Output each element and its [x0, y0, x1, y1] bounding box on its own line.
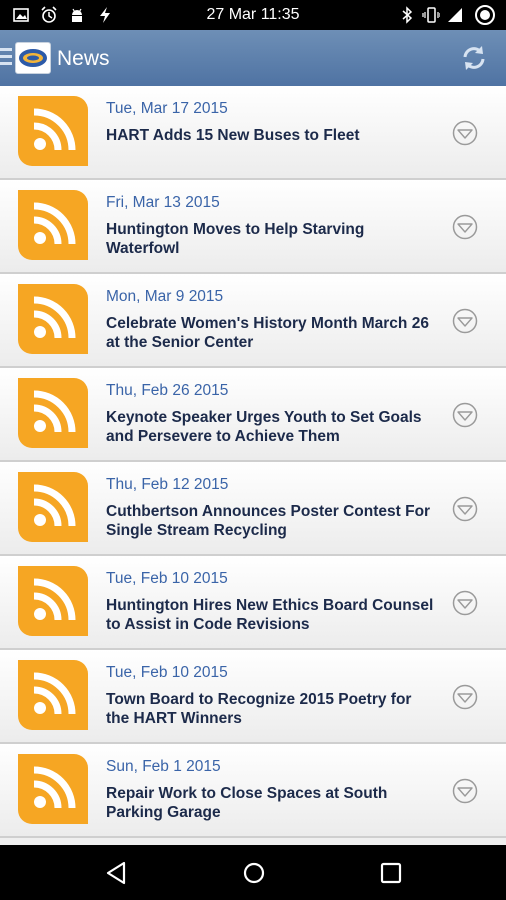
battery-icon [475, 5, 495, 25]
news-date: Tue, Mar 17 2015 [106, 100, 228, 117]
news-list[interactable]: Tue, Mar 17 2015 HART Adds 15 New Buses t… [0, 86, 506, 845]
page-title: News [57, 47, 110, 70]
rss-feed-icon [18, 566, 88, 636]
menu-icon[interactable] [0, 48, 12, 68]
news-item[interactable]: Tue, Mar 17 2015 HART Adds 15 New Buses t… [0, 86, 506, 180]
news-item[interactable]: Tue, Feb 10 2015 Huntington Hires New Eth… [0, 556, 506, 650]
signal-icon [448, 8, 462, 22]
rss-feed-icon [18, 190, 88, 260]
rss-feed-icon [18, 96, 88, 166]
expand-icon[interactable] [452, 402, 478, 428]
news-title[interactable]: HART Adds 15 New Buses to Fleet [106, 126, 436, 145]
recents-icon[interactable] [377, 859, 405, 887]
news-title[interactable]: Huntington Moves to Help Starving Waterf… [106, 220, 436, 258]
expand-icon[interactable] [452, 214, 478, 240]
news-date: Thu, Feb 12 2015 [106, 476, 229, 493]
news-item[interactable]: Thu, Feb 12 2015 Cuthbertson Announces Po… [0, 462, 506, 556]
news-item[interactable]: Tue, Feb 10 2015 Town Board to Recognize … [0, 650, 506, 744]
status-bar: 27 Mar 11:35 [0, 0, 506, 30]
news-title[interactable]: Cuthbertson Announces Poster Contest For… [106, 502, 436, 540]
expand-icon[interactable] [452, 590, 478, 616]
home-icon[interactable] [240, 859, 268, 887]
expand-icon[interactable] [452, 120, 478, 146]
rss-feed-icon [18, 284, 88, 354]
news-date: Tue, Feb 10 2015 [106, 664, 228, 681]
rss-feed-icon [18, 660, 88, 730]
expand-icon[interactable] [452, 308, 478, 334]
rss-feed-icon [18, 754, 88, 824]
rss-feed-icon [18, 378, 88, 448]
news-item[interactable]: Fri, Mar 13 2015 Huntington Moves to Help… [0, 180, 506, 274]
rss-feed-icon [18, 472, 88, 542]
news-item[interactable]: Mon, Mar 9 2015 Celebrate Women's History… [0, 274, 506, 368]
news-item[interactable]: Sun, Feb 1 2015 Repair Work to Close Spac… [0, 744, 506, 838]
app-logo[interactable] [15, 42, 51, 74]
news-date: Tue, Feb 10 2015 [106, 570, 228, 587]
news-title[interactable]: Keynote Speaker Urges Youth to Set Goals… [106, 408, 436, 446]
news-item[interactable]: Thu, Feb 26 2015 Keynote Speaker Urges Yo… [0, 368, 506, 462]
news-title[interactable]: Repair Work to Close Spaces at South Par… [106, 784, 436, 822]
action-bar: News [0, 30, 506, 86]
vibrate-icon [422, 7, 440, 23]
news-title[interactable]: Town Board to Recognize 2015 Poetry for … [106, 690, 436, 728]
news-date: Thu, Feb 26 2015 [106, 382, 229, 399]
bluetooth-icon [402, 6, 413, 24]
news-date: Sun, Feb 1 2015 [106, 758, 221, 775]
expand-icon[interactable] [452, 684, 478, 710]
expand-icon[interactable] [452, 496, 478, 522]
navigation-bar [0, 845, 506, 900]
news-title[interactable]: Huntington Hires New Ethics Board Counse… [106, 596, 436, 634]
news-date: Fri, Mar 13 2015 [106, 194, 220, 211]
expand-icon[interactable] [452, 778, 478, 804]
logo-icon [19, 49, 47, 67]
news-date: Mon, Mar 9 2015 [106, 288, 224, 305]
refresh-icon[interactable] [460, 44, 488, 72]
news-title[interactable]: Celebrate Women's History Month March 26… [106, 314, 436, 352]
back-icon[interactable] [102, 859, 130, 887]
